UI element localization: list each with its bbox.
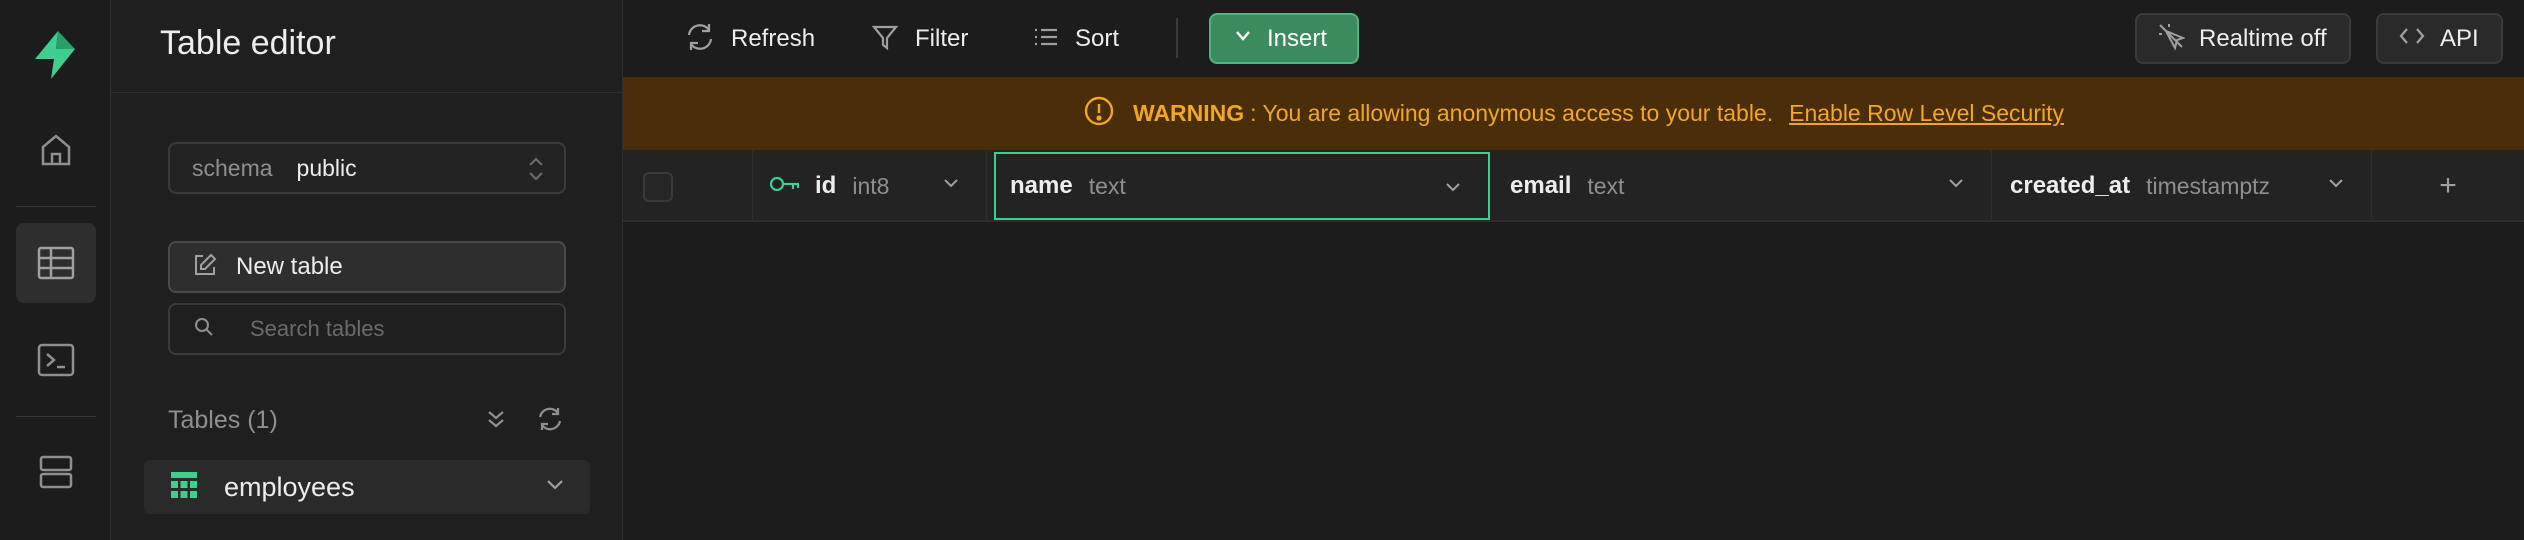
column-name: created_at — [2010, 172, 2131, 199]
tables-header: Tables (1) — [168, 406, 278, 434]
search-placeholder: Search tables — [250, 316, 385, 341]
realtime-label: Realtime off — [2199, 24, 2327, 52]
sort-button[interactable]: Sort — [1033, 20, 1119, 58]
select-all-checkbox[interactable] — [643, 172, 673, 202]
table-item-label: employees — [224, 471, 355, 502]
sql-editor-icon[interactable] — [16, 320, 96, 400]
code-icon — [2398, 24, 2426, 53]
sidebar-title: Table editor — [160, 24, 336, 62]
filter-label: Filter — [915, 25, 969, 52]
column-header-name[interactable]: name text — [994, 152, 1490, 220]
schema-label: schema — [192, 154, 273, 181]
primary-key-icon — [769, 174, 801, 199]
column-name: name — [1010, 172, 1073, 199]
chevron-down-icon[interactable] — [544, 477, 566, 498]
chevron-up-down-icon — [526, 154, 546, 189]
icon-rail — [0, 0, 111, 540]
rls-warning-banner: WARNING : You are allowing anonymous acc… — [623, 77, 2524, 150]
plus-icon: + — [2439, 169, 2457, 202]
filter-icon — [871, 23, 899, 56]
toolbar-divider — [1176, 18, 1178, 58]
column-header-email[interactable]: email text — [1492, 150, 1992, 222]
grid-header: id int8 name text email text created_at … — [623, 150, 2524, 222]
schema-value: public — [296, 154, 357, 181]
table-editor-icon[interactable] — [16, 223, 96, 303]
edit-icon — [192, 252, 218, 283]
search-icon — [194, 317, 214, 342]
warning-message: : You are allowing anonymous access to y… — [1250, 100, 1774, 126]
database-icon[interactable] — [16, 432, 96, 512]
supabase-logo-icon[interactable] — [27, 27, 83, 83]
new-table-label: New table — [236, 253, 343, 280]
select-all-column — [623, 150, 753, 222]
column-header-id[interactable]: id int8 — [753, 150, 987, 222]
warning-icon — [1083, 95, 1115, 132]
rail-divider — [16, 416, 96, 417]
column-type: text — [1088, 172, 1126, 199]
sidebar-header-divider — [111, 92, 623, 93]
search-tables-input[interactable]: Search tables — [168, 303, 566, 355]
realtime-off-icon — [2157, 22, 2186, 55]
table-grid-icon — [170, 471, 198, 504]
realtime-toggle-button[interactable]: Realtime off — [2135, 13, 2351, 64]
list-icon — [1033, 25, 1059, 54]
insert-button[interactable]: Insert — [1209, 13, 1359, 64]
column-type: text — [1587, 172, 1625, 199]
chevron-down-icon[interactable] — [1444, 181, 1462, 200]
chevron-down-icon[interactable] — [1947, 177, 1965, 196]
rail-divider — [16, 206, 96, 207]
app: Table editor schema public New table Sea… — [0, 0, 2524, 540]
chevron-down-icon — [1233, 29, 1253, 48]
chevron-down-icon[interactable] — [2327, 177, 2345, 196]
filter-button[interactable]: Filter — [871, 20, 968, 58]
add-column-button[interactable]: + — [2372, 150, 2524, 222]
warning-title: WARNING — [1133, 100, 1245, 126]
table-sidebar: Table editor schema public New table Sea… — [111, 0, 623, 540]
refresh-button[interactable]: Refresh — [685, 20, 815, 58]
column-header-created-at[interactable]: created_at timestamptz — [1992, 150, 2372, 222]
table-item-employees[interactable]: employees — [144, 460, 590, 514]
home-icon[interactable] — [16, 110, 96, 190]
column-type: timestamptz — [2146, 172, 2271, 199]
column-name: id — [815, 172, 837, 199]
column-type: int8 — [852, 172, 890, 199]
chevron-down-icon[interactable] — [942, 177, 960, 196]
collapse-all-icon[interactable] — [484, 406, 508, 437]
api-button[interactable]: API — [2376, 13, 2503, 64]
column-name: email — [1510, 172, 1572, 199]
refresh-tables-icon[interactable] — [536, 406, 564, 437]
insert-label: Insert — [1267, 24, 1328, 52]
refresh-label: Refresh — [731, 25, 816, 52]
schema-selector[interactable]: schema public — [168, 142, 566, 194]
enable-rls-link[interactable]: Enable Row Level Security — [1789, 100, 2064, 127]
grid-body — [623, 222, 2524, 540]
api-label: API — [2440, 24, 2479, 52]
grid-toolbar: Refresh Filter Sort Insert Realtime off … — [623, 0, 2524, 77]
new-table-button[interactable]: New table — [168, 241, 566, 293]
tables-header-actions — [484, 406, 564, 437]
refresh-icon — [685, 22, 715, 57]
sort-label: Sort — [1075, 25, 1120, 52]
